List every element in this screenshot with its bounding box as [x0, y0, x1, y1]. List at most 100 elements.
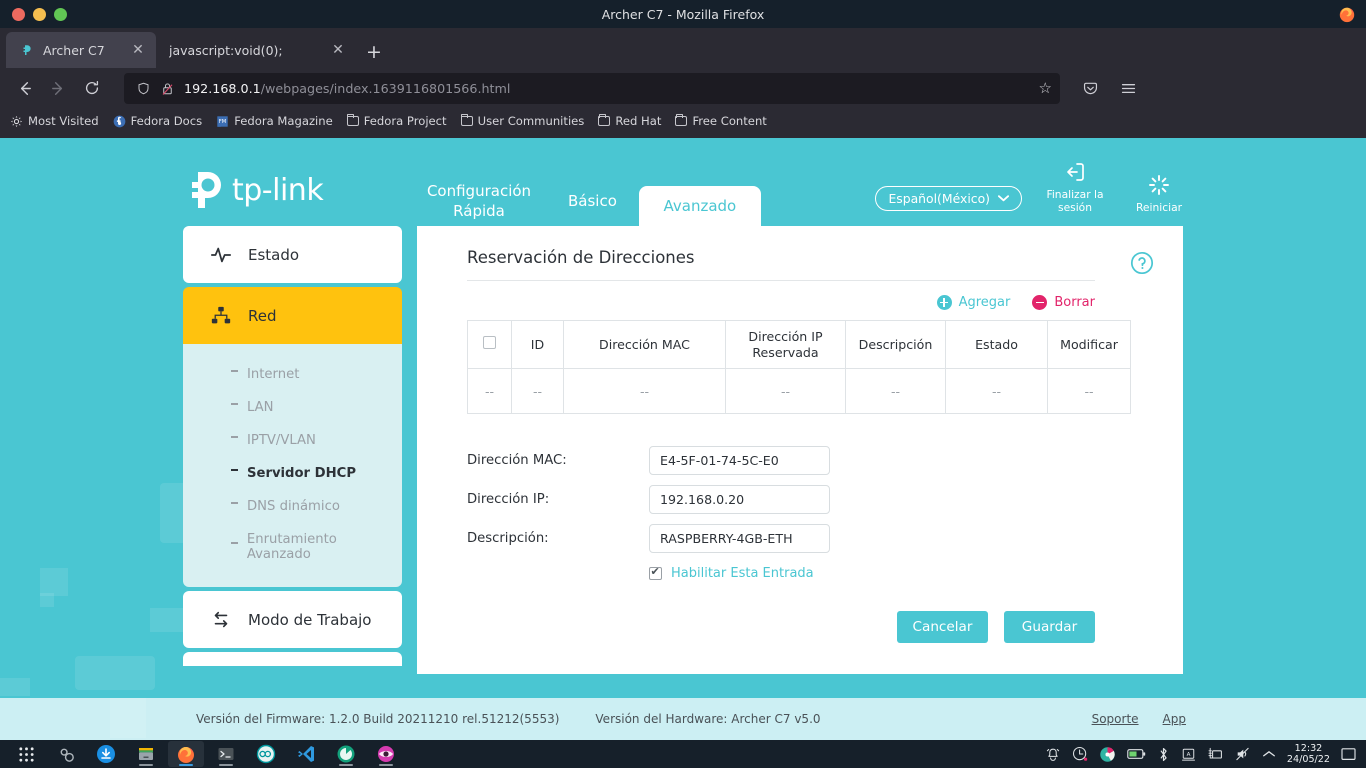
enable-entry-checkbox[interactable] — [649, 565, 662, 580]
shield-icon[interactable] — [136, 81, 151, 96]
firmware-version: Versión del Firmware: 1.2.0 Build 202112… — [196, 712, 560, 726]
eye-app-icon[interactable] — [368, 741, 404, 767]
network-icon — [211, 306, 231, 323]
select-all-checkbox[interactable] — [483, 336, 496, 350]
running-indicator — [139, 764, 153, 766]
sidebar-item-iptv-vlan[interactable]: IPTV/VLAN — [183, 424, 402, 457]
firefox-icon[interactable] — [168, 741, 204, 767]
tab-title: Archer C7 — [43, 42, 105, 58]
tab-close-icon[interactable]: ✕ — [330, 42, 346, 58]
add-button[interactable]: Agregar — [936, 295, 1010, 310]
sidebar-item-modo-de-trabajo[interactable]: Modo de Trabajo — [183, 591, 402, 648]
bookmark-most-visited[interactable]: Most Visited — [10, 114, 99, 128]
app-link[interactable]: App — [1163, 712, 1186, 726]
panel-title-row: Reservación de Direcciones — [467, 248, 1095, 281]
mac-input[interactable]: E4-5F-01-74-5C-E0 — [649, 446, 830, 475]
bookmark-user-communities[interactable]: User Communities — [460, 113, 584, 128]
sidebar-item-label: LAN — [247, 400, 274, 415]
arduino-icon[interactable] — [248, 741, 284, 767]
language-selector[interactable]: Español(México) — [875, 185, 1022, 211]
bookmark-fedora-magazine[interactable]: FM Fedora Magazine — [216, 114, 333, 128]
taskbar-clock[interactable]: 12:32 24/05/22 — [1287, 743, 1330, 765]
volume-muted-icon[interactable] — [1234, 746, 1251, 762]
bookmark-star-icon[interactable]: ☆ — [1039, 79, 1052, 97]
sidebar-item-red[interactable]: Red — [183, 287, 402, 344]
tab-close-icon[interactable]: ✕ — [130, 42, 146, 58]
browser-tab-javascript-void[interactable]: javascript:void(0); ✕ — [156, 32, 356, 68]
sidebar-item-dns-dinamico[interactable]: DNS dinámico — [183, 490, 402, 523]
system-tray: A 12:32 24/05/22 — [1045, 743, 1366, 765]
hardware-version: Versión del Hardware: Archer C7 v5.0 — [595, 712, 821, 726]
tab-basico[interactable]: Básico — [546, 176, 639, 226]
reboot-button[interactable]: Reiniciar — [1128, 173, 1190, 214]
fedora-icon — [113, 115, 125, 127]
running-indicator — [339, 764, 353, 766]
chevron-up-icon[interactable] — [1262, 749, 1276, 759]
reservation-form: Dirección MAC: E4-5F-01-74-5C-E0 Direcci… — [467, 446, 1147, 643]
network-icon[interactable] — [1207, 746, 1223, 762]
column-description: Descripción — [845, 320, 946, 369]
bluetooth-icon[interactable] — [1157, 746, 1170, 763]
cancel-button[interactable]: Cancelar — [897, 611, 988, 643]
cell-modify: -- — [1047, 368, 1131, 414]
sidebar-item-label: Enrutamiento Avanzado — [246, 532, 337, 562]
sidebar-item-servidor-dhcp[interactable]: Servidor DHCP — [183, 457, 402, 490]
back-button[interactable] — [8, 73, 40, 103]
reservation-table: ID Dirección MAC Dirección IP Reservada … — [467, 320, 1131, 414]
lock-broken-icon[interactable] — [160, 81, 175, 96]
battery-icon[interactable] — [1127, 747, 1146, 761]
delete-label: Borrar — [1054, 295, 1095, 310]
pocket-icon[interactable] — [1074, 73, 1106, 103]
new-tab-button[interactable]: + — [356, 43, 394, 68]
updates-icon[interactable] — [1072, 746, 1088, 762]
select-all-header[interactable] — [467, 320, 512, 369]
table-row[interactable]: -- -- -- -- -- -- -- — [467, 368, 1131, 414]
sidebar-item-internet[interactable]: Internet — [183, 358, 402, 391]
forward-button[interactable] — [42, 73, 74, 103]
sidebar-item-lan[interactable]: LAN — [183, 391, 402, 424]
color-palette-icon[interactable] — [1099, 746, 1116, 763]
support-link[interactable]: Soporte — [1092, 712, 1139, 726]
page-title: Reservación de Direcciones — [467, 248, 695, 267]
hamburger-menu-icon[interactable] — [1112, 73, 1144, 103]
show-desktop-icon[interactable] — [1341, 747, 1356, 761]
sidebar-item-enrutamiento-avanzado[interactable]: Enrutamiento Avanzado — [183, 523, 402, 571]
bookmark-label: Fedora Magazine — [234, 114, 333, 128]
keyboard-layout-icon[interactable]: A — [1181, 747, 1196, 762]
reload-button[interactable] — [76, 73, 108, 103]
bookmark-fedora-project[interactable]: Fedora Project — [346, 113, 447, 128]
files-icon[interactable] — [128, 741, 164, 767]
settings-gear-icon[interactable] — [48, 741, 84, 767]
bookmark-fedora-docs[interactable]: Fedora Docs — [113, 114, 202, 128]
running-indicator — [379, 764, 393, 766]
bookmark-red-hat[interactable]: Red Hat — [598, 113, 661, 128]
enable-entry-row[interactable]: Habilitar Esta Entrada — [649, 565, 1147, 581]
green-app-icon[interactable] — [328, 741, 364, 767]
save-button[interactable]: Guardar — [1004, 611, 1095, 643]
running-indicator — [219, 764, 233, 766]
logout-button[interactable]: Finalizar la sesión — [1044, 160, 1106, 215]
url-host: 192.168.0.1 — [184, 80, 261, 96]
terminal-icon[interactable] — [208, 741, 244, 767]
vscode-icon[interactable] — [288, 741, 324, 767]
bookmark-free-content[interactable]: Free Content — [675, 113, 767, 128]
language-label: Español(México) — [888, 190, 990, 206]
download-icon[interactable] — [88, 741, 124, 767]
description-input[interactable]: RASPBERRY-4GB-ETH — [649, 524, 830, 553]
notification-bell-icon[interactable] — [1045, 746, 1061, 762]
form-row-ip: Dirección IP: 192.168.0.20 — [467, 485, 1147, 514]
sidebar-item-label: Red — [248, 306, 277, 325]
window-title: Archer C7 - Mozilla Firefox — [601, 6, 765, 22]
tab-configuracion-rapida[interactable]: Configuración Rápida — [412, 176, 546, 226]
help-circle-icon[interactable] — [1129, 250, 1155, 280]
sidebar-item-estado[interactable]: Estado — [183, 226, 402, 283]
tab-avanzado[interactable]: Avanzado — [638, 186, 761, 226]
app-grid-icon[interactable] — [8, 741, 44, 767]
sidebar-item-next-partial[interactable] — [183, 652, 402, 666]
ip-input[interactable]: 192.168.0.20 — [649, 485, 830, 514]
delete-button[interactable]: Borrar — [1032, 295, 1095, 310]
clock-date: 24/05/22 — [1286, 754, 1330, 765]
address-bar[interactable]: 192.168.0.1/webpages/index.1639116801566… — [124, 72, 1060, 104]
reboot-icon — [1128, 173, 1190, 197]
browser-tab-archer-c7[interactable]: Archer C7 ✕ — [6, 32, 156, 68]
